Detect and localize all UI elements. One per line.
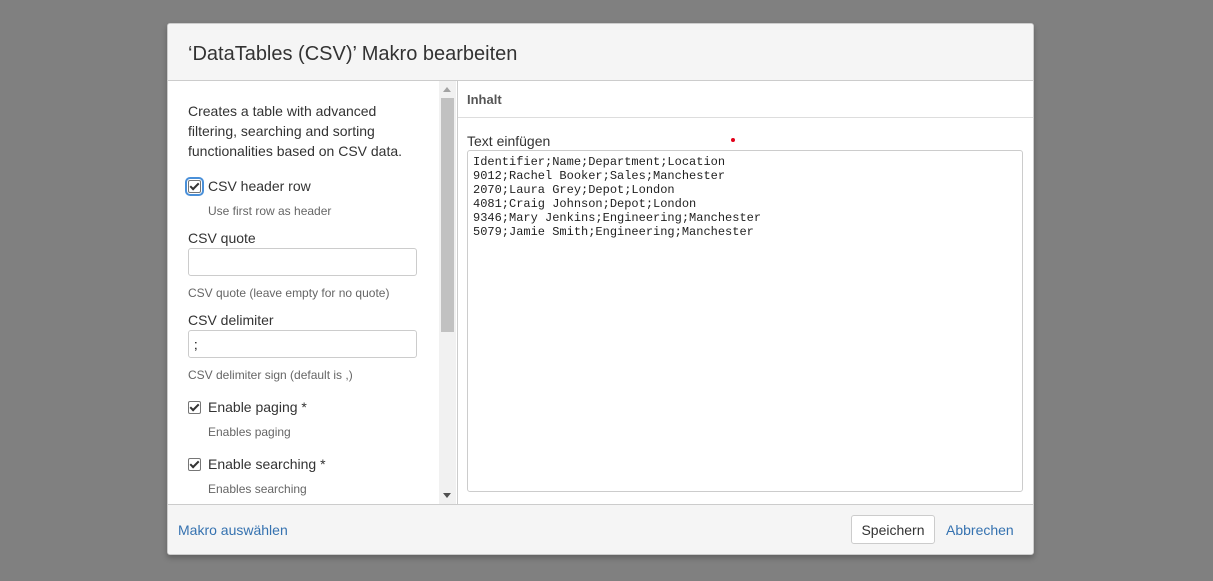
parameters-scrollbar[interactable] — [439, 81, 456, 504]
macro-parameters-panel: Creates a table with advanced filtering,… — [168, 81, 458, 504]
enable-paging-hint: Enables paging — [208, 425, 291, 439]
paste-text-label: Text einfügen — [467, 133, 551, 149]
dialog-title: ‘DataTables (CSV)’ Makro bearbeiten — [188, 43, 518, 65]
scrollbar-thumb[interactable] — [441, 98, 454, 332]
csv-quote-label: CSV quote — [188, 230, 256, 246]
macro-edit-dialog: ‘DataTables (CSV)’ Makro bearbeiten Crea… — [167, 23, 1034, 555]
dialog-footer: Makro auswählen Speichern Abbrechen — [168, 504, 1033, 554]
csv-header-checkbox[interactable] — [185, 177, 204, 196]
csv-delimiter-input[interactable] — [188, 330, 417, 358]
csv-delimiter-hint: CSV delimiter sign (default is ,) — [188, 368, 353, 382]
enable-paging-checkbox[interactable] — [188, 401, 201, 414]
csv-quote-input[interactable] — [188, 248, 417, 276]
required-indicator — [731, 138, 735, 142]
enable-paging-label: Enable paging * — [208, 399, 307, 415]
csv-text-area[interactable]: Identifier;Name;Department;Location 9012… — [467, 150, 1023, 492]
cancel-link[interactable]: Abbrechen — [946, 522, 1014, 538]
content-section-title: Inhalt — [467, 92, 502, 107]
enable-searching-hint: Enables searching — [208, 482, 307, 496]
scroll-up-arrow-icon[interactable] — [443, 87, 451, 92]
scroll-down-arrow-icon[interactable] — [443, 493, 451, 498]
save-button[interactable]: Speichern — [851, 515, 935, 544]
enable-searching-label: Enable searching * — [208, 456, 326, 472]
content-section-header: Inhalt — [458, 81, 1033, 118]
csv-quote-hint: CSV quote (leave empty for no quote) — [188, 286, 390, 300]
csv-delimiter-label: CSV delimiter — [188, 312, 274, 328]
dialog-header: ‘DataTables (CSV)’ Makro bearbeiten — [168, 24, 1033, 81]
macro-body-panel: Inhalt Text einfügen Identifier;Name;Dep… — [458, 81, 1033, 504]
csv-header-hint: Use first row as header — [208, 204, 332, 218]
select-macro-link[interactable]: Makro auswählen — [178, 522, 288, 538]
csv-header-label: CSV header row — [208, 178, 311, 194]
enable-searching-checkbox[interactable] — [188, 458, 201, 471]
macro-description: Creates a table with advanced filtering,… — [188, 103, 403, 159]
